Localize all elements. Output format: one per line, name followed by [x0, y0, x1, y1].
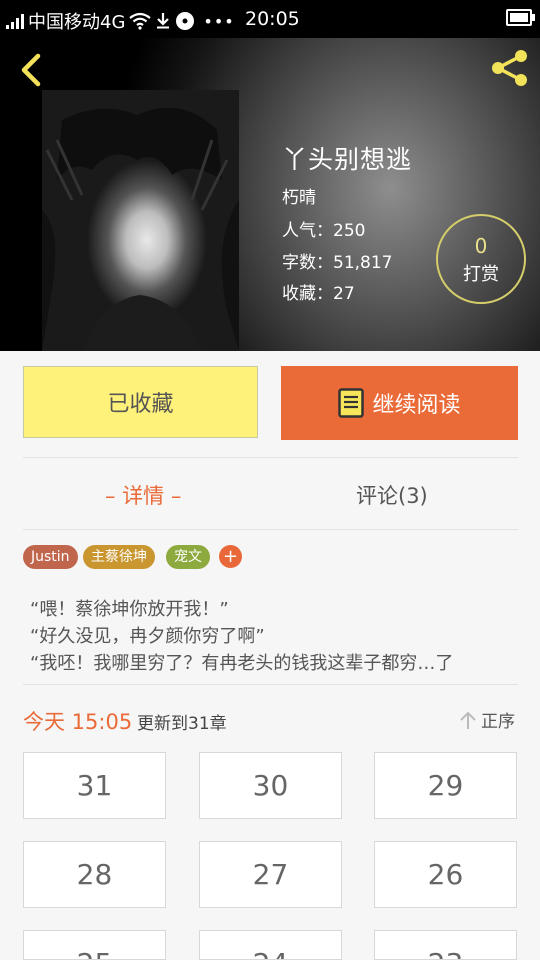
download-icon	[157, 13, 170, 29]
continue-label: 继续阅读	[372, 393, 461, 418]
chapter-button[interactable]: 24	[199, 930, 342, 960]
sort-button[interactable]: 正序	[459, 707, 515, 732]
chapter-button[interactable]: 26	[374, 841, 517, 908]
carrier-label: 中国移动4G	[28, 12, 126, 33]
book-popularity: 人气：250	[282, 221, 366, 241]
chapter-button[interactable]: 27	[199, 841, 342, 908]
chapter-button[interactable]: 28	[23, 841, 166, 908]
collected-label: 已收藏	[107, 392, 174, 417]
chevron-left-icon[interactable]	[14, 50, 54, 90]
book-word-count: 字数：51,817	[282, 253, 393, 273]
tab-comments[interactable]: 评论(3)	[356, 480, 428, 510]
book-header: 丫头别想逃 朽晴 人气：250 字数：51,817 收藏：27 0 打赏	[0, 38, 540, 351]
excerpt-line: “我呸！我哪里穷了？有冉老头的钱我这辈子都穷…了	[30, 653, 454, 674]
wifi-icon	[129, 12, 152, 30]
tag-genre[interactable]: 宠文	[166, 545, 210, 569]
tip-button[interactable]: 0 打赏	[436, 214, 526, 304]
divider	[23, 457, 518, 458]
chapter-button[interactable]: 31	[23, 752, 166, 819]
excerpt-line: “好久没见，冉夕颜你穷了啊”	[30, 626, 265, 647]
tip-label: 打赏	[463, 264, 499, 285]
book-favorites: 收藏：27	[282, 284, 355, 304]
add-tag-button[interactable]: +	[219, 545, 242, 568]
tag-main-character[interactable]: 主蔡徐坤	[83, 545, 155, 569]
status-left: 中国移动4G •••	[6, 8, 235, 34]
status-bar: 中国移动4G ••• 20:05	[0, 0, 540, 38]
arrow-up-icon	[460, 711, 476, 729]
divider	[23, 529, 518, 530]
battery-icon	[506, 9, 535, 26]
status-time: 20:05	[245, 8, 300, 30]
disc-icon	[176, 12, 195, 30]
signal-icon	[6, 13, 24, 29]
tip-count: 0	[474, 234, 488, 258]
update-time: 今天 15:05	[23, 710, 133, 734]
share-icon[interactable]	[488, 46, 532, 90]
chapter-button[interactable]: 30	[199, 752, 342, 819]
book-author[interactable]: 朽晴	[282, 183, 316, 208]
chapter-button[interactable]: 25	[23, 930, 166, 960]
book-cover	[42, 90, 239, 351]
excerpt-line: “喂！蔡徐坤你放开我！”	[30, 599, 229, 620]
tag-justin[interactable]: Justin	[23, 545, 78, 569]
more-icon: •••	[203, 11, 235, 31]
update-text: 更新到31章	[137, 714, 227, 734]
divider	[23, 684, 518, 685]
continue-reading-button[interactable]: 继续阅读	[281, 366, 518, 440]
tab-details[interactable]: – 详情 –	[105, 480, 181, 510]
chapter-button[interactable]: 23	[374, 930, 517, 960]
collected-button[interactable]: 已收藏	[23, 366, 258, 438]
book-icon	[338, 388, 365, 418]
book-title: 丫头别想逃	[282, 145, 413, 174]
chapter-button[interactable]: 29	[374, 752, 517, 819]
sort-label: 正序	[481, 712, 515, 732]
